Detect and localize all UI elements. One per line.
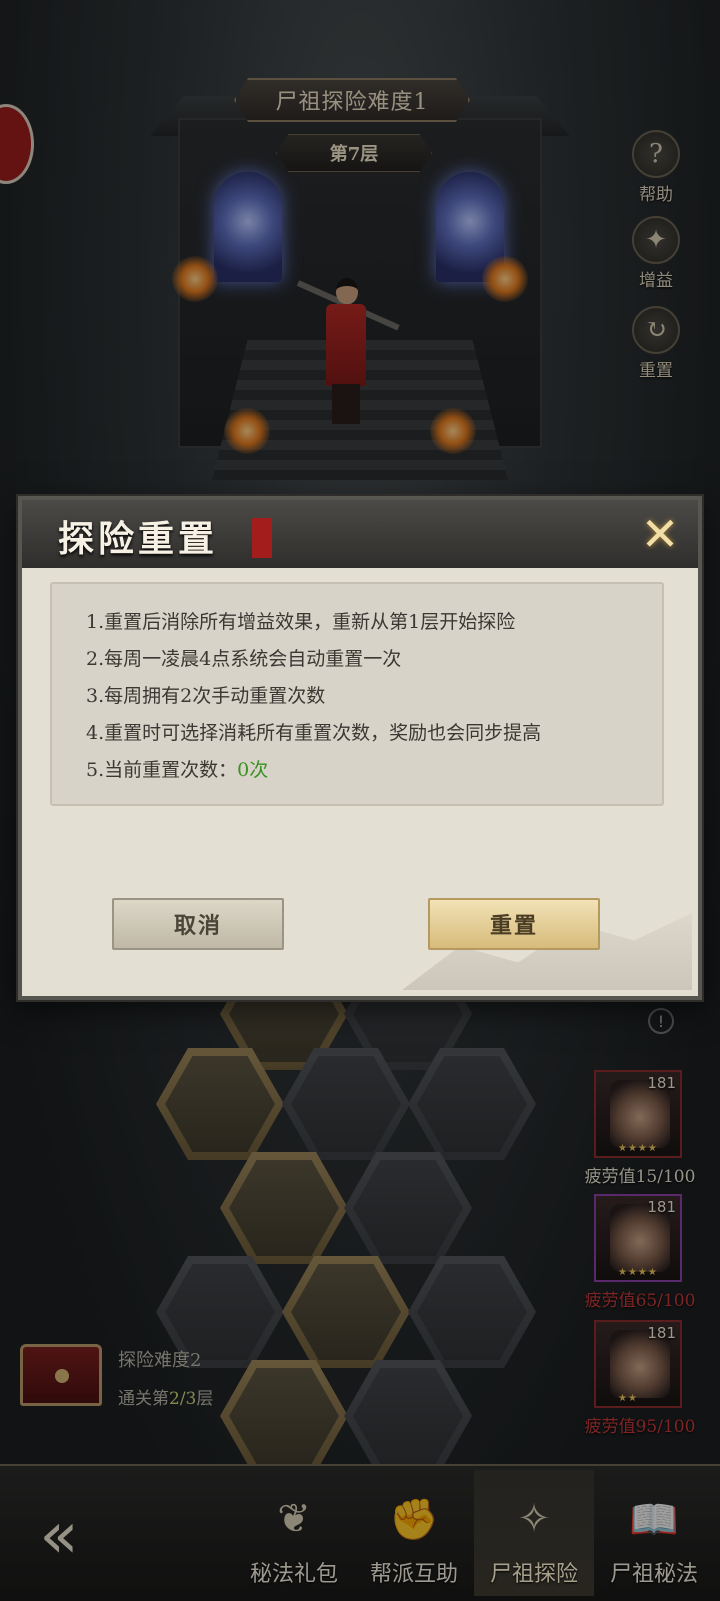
stamp-icon [252,518,272,558]
reset-count: 5.当前重置次数：0次 [86,759,269,781]
rule-item: 4.重置时可选择消耗所有重置次数，奖励也会同步提高 [86,722,542,744]
close-icon[interactable]: ✕ [634,507,686,561]
reset-dialog: 探险重置 ✕ 1.重置后消除所有增益效果，重新从第1层开始探险 2.每周一凌晨4… [18,496,702,1000]
reset-count-value: 0次 [237,759,269,781]
rules-box: 1.重置后消除所有增益效果，重新从第1层开始探险 2.每周一凌晨4点系统会自动重… [50,582,664,806]
dialog-header: 探险重置 ✕ [22,500,698,568]
rule-item: 1.重置后消除所有增益效果，重新从第1层开始探险 [86,611,516,633]
rule-item: 3.每周拥有2次手动重置次数 [86,685,326,707]
rule-item: 2.每周一凌晨4点系统会自动重置一次 [86,648,402,670]
confirm-reset-button[interactable]: 重置 [428,898,600,950]
dialog-title: 探险重置 [58,518,219,560]
cancel-button[interactable]: 取消 [112,898,284,950]
